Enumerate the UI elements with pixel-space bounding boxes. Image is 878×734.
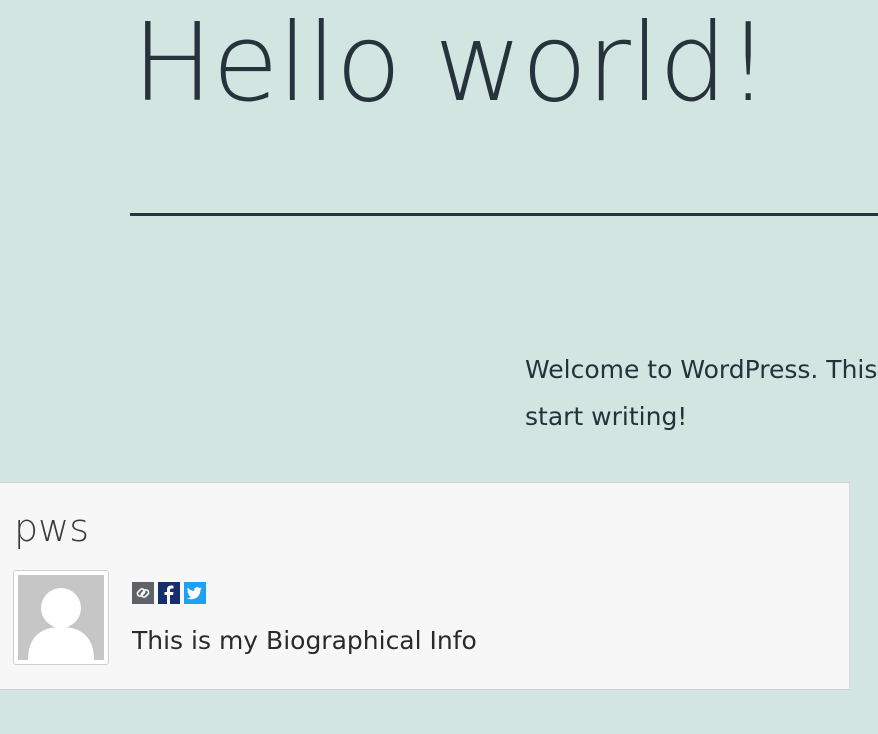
author-bio: This is my Biographical Info xyxy=(132,626,477,655)
avatar-placeholder-icon xyxy=(18,575,104,660)
avatar xyxy=(13,570,109,665)
facebook-icon[interactable] xyxy=(158,582,180,604)
post-content-line: Welcome to WordPress. This xyxy=(525,355,878,384)
link-icon[interactable] xyxy=(132,582,154,604)
twitter-icon[interactable] xyxy=(184,582,206,604)
post-title: Hello world! xyxy=(132,1,770,126)
post-content-line: start writing! xyxy=(525,402,688,431)
author-box: pws This is my Biographical Info xyxy=(0,482,850,690)
author-name: pws xyxy=(14,506,89,550)
author-social-links xyxy=(132,582,206,604)
post-content: Welcome to WordPress. This start writing… xyxy=(525,346,878,440)
title-divider xyxy=(130,213,878,216)
